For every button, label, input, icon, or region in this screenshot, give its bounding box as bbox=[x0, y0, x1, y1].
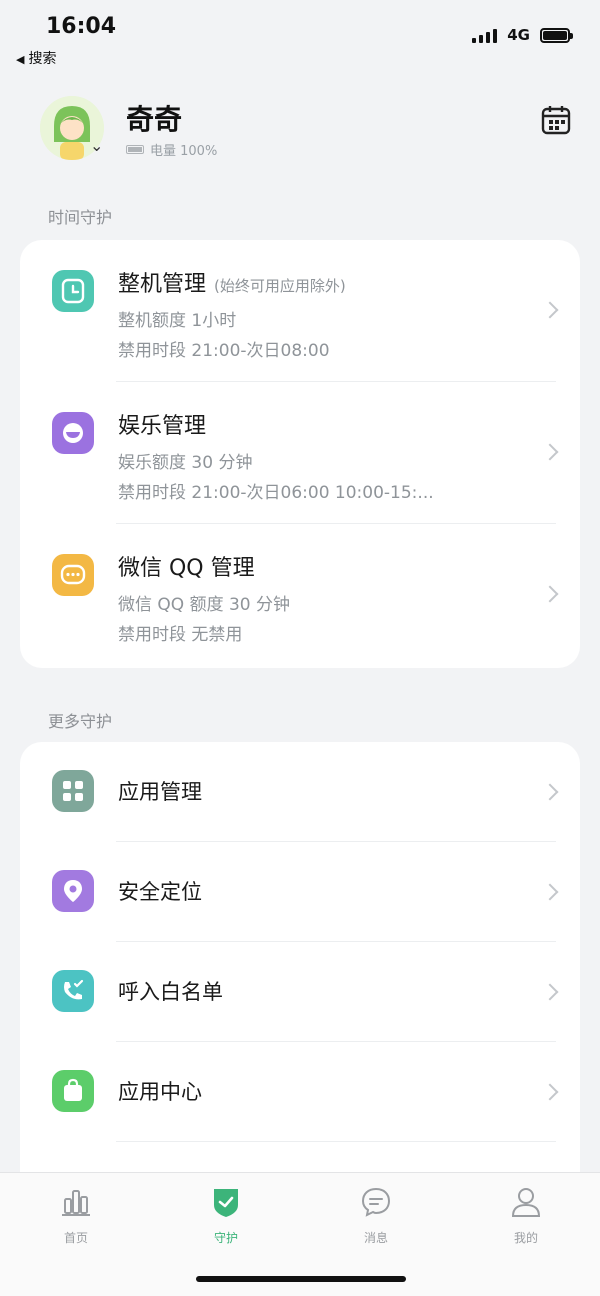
item-note: (始终可用应用除外) bbox=[214, 277, 346, 295]
message-icon bbox=[361, 1187, 391, 1217]
item-title: 呼入白名单 bbox=[118, 980, 223, 1004]
chevron-right-icon bbox=[541, 883, 559, 901]
child-profile-header: ⌄ 奇奇 电量 100% bbox=[40, 96, 580, 166]
item-title: 整机管理 (始终可用应用除外) bbox=[118, 272, 346, 297]
small-battery-icon bbox=[126, 145, 144, 154]
home-indicator[interactable] bbox=[196, 1276, 406, 1282]
status-bar: 16:04 ◀ 搜索 4G bbox=[0, 0, 600, 76]
back-to-search-link[interactable]: ◀ 搜索 bbox=[16, 48, 56, 68]
status-time: 16:04 bbox=[46, 14, 117, 39]
list-item-incoming-whitelist[interactable]: 呼入白名单 bbox=[20, 942, 580, 1042]
location-pin-icon bbox=[52, 870, 94, 912]
status-indicators: 4G bbox=[472, 26, 573, 44]
list-item-safe-location[interactable]: 安全定位 bbox=[20, 842, 580, 942]
clock-icon bbox=[52, 270, 94, 312]
item-quota: 娱乐额度 30 分钟 bbox=[118, 453, 253, 473]
bar-chart-icon bbox=[62, 1190, 90, 1216]
item-disabled-period: 禁用时段 21:00-次日06:00 10:00-15:... bbox=[118, 483, 434, 503]
chevron-right-icon bbox=[541, 1083, 559, 1101]
chevron-right-icon bbox=[541, 301, 559, 319]
time-guard-card: 整机管理 (始终可用应用除外) 整机额度 1小时 禁用时段 21:00-次日08:… bbox=[20, 240, 580, 668]
child-name: 奇奇 bbox=[126, 103, 183, 136]
tab-mine[interactable]: 我的 bbox=[476, 1185, 576, 1246]
battery-icon bbox=[540, 27, 573, 43]
phone-check-icon bbox=[52, 970, 94, 1012]
list-item-entertainment-management[interactable]: 娱乐管理 娱乐额度 30 分钟 禁用时段 21:00-次日06:00 10:00… bbox=[20, 382, 580, 524]
network-type: 4G bbox=[507, 26, 530, 44]
item-title: 应用中心 bbox=[118, 1080, 202, 1104]
item-quota: 微信 QQ 额度 30 分钟 bbox=[118, 595, 291, 615]
back-label: 搜索 bbox=[28, 51, 57, 67]
list-item-app-center[interactable]: 应用中心 bbox=[20, 1042, 580, 1142]
shopping-bag-icon bbox=[52, 1070, 94, 1112]
tab-label: 首页 bbox=[63, 1231, 88, 1245]
list-item-device-management[interactable]: 整机管理 (始终可用应用除外) 整机额度 1小时 禁用时段 21:00-次日08:… bbox=[20, 240, 580, 382]
back-arrow-icon: ◀ bbox=[16, 53, 25, 66]
battery-text: 电量 100% bbox=[150, 144, 218, 159]
device-battery-info: 电量 100% bbox=[126, 140, 217, 159]
item-title: 微信 QQ 管理 bbox=[118, 556, 255, 581]
item-title: 娱乐管理 bbox=[118, 414, 207, 439]
item-disabled-period: 禁用时段 无禁用 bbox=[118, 625, 243, 645]
section-title-time-guard: 时间守护 bbox=[48, 208, 113, 227]
item-title: 安全定位 bbox=[118, 880, 202, 904]
shield-check-icon bbox=[214, 1189, 238, 1217]
tab-messages[interactable]: 消息 bbox=[326, 1185, 426, 1246]
tab-guard[interactable]: 守护 bbox=[176, 1185, 276, 1246]
tab-home[interactable]: 首页 bbox=[26, 1185, 126, 1246]
chevron-down-icon[interactable]: ⌄ bbox=[90, 136, 103, 155]
item-title: 应用管理 bbox=[118, 780, 202, 804]
tab-label: 消息 bbox=[363, 1231, 388, 1245]
chat-icon bbox=[52, 554, 94, 596]
calendar-icon[interactable] bbox=[540, 104, 572, 136]
chevron-right-icon bbox=[541, 585, 559, 603]
chevron-right-icon bbox=[541, 443, 559, 461]
smile-icon bbox=[52, 412, 94, 454]
item-quota: 整机额度 1小时 bbox=[118, 311, 237, 331]
list-item-app-management[interactable]: 应用管理 bbox=[20, 742, 580, 842]
chevron-right-icon bbox=[541, 783, 559, 801]
list-item-wechat-qq-management[interactable]: 微信 QQ 管理 微信 QQ 额度 30 分钟 禁用时段 无禁用 bbox=[20, 524, 580, 666]
signal-icon bbox=[472, 27, 498, 43]
more-guard-card: 应用管理 安全定位 呼入白名单 应用中心 bbox=[20, 742, 580, 1182]
person-icon bbox=[511, 1188, 541, 1217]
item-disabled-period: 禁用时段 21:00-次日08:00 bbox=[118, 341, 330, 361]
chevron-right-icon bbox=[541, 983, 559, 1001]
tab-label: 守护 bbox=[213, 1231, 238, 1245]
apps-grid-icon bbox=[52, 770, 94, 812]
tab-label: 我的 bbox=[513, 1231, 538, 1245]
section-title-more-guard: 更多守护 bbox=[48, 712, 113, 731]
